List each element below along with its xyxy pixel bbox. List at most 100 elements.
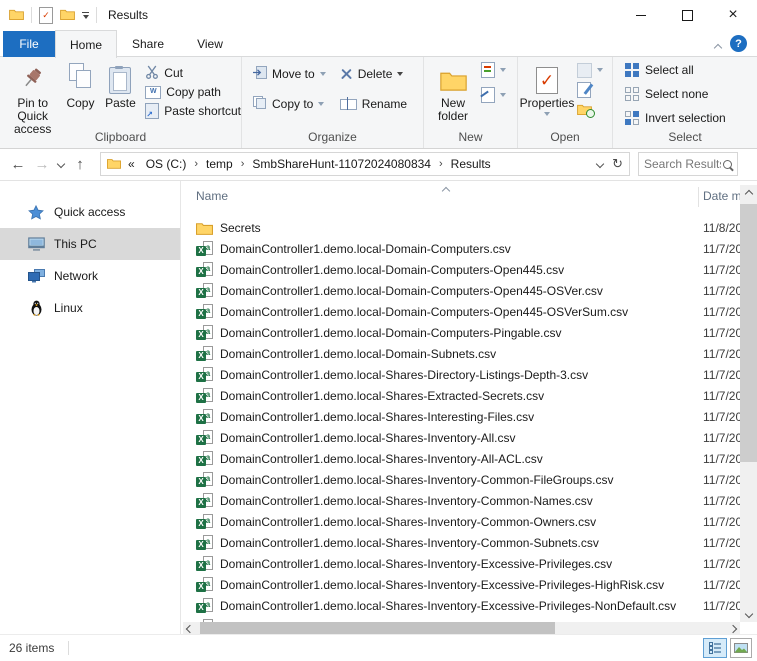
history-button[interactable]: [577, 102, 603, 118]
edit-button[interactable]: [577, 82, 603, 98]
delete-button[interactable]: Delete: [340, 66, 407, 82]
file-row[interactable]: aXDomainController1.demo.local-Shares-Di…: [181, 364, 740, 385]
help-icon: ?: [735, 38, 742, 50]
scroll-left-icon[interactable]: [186, 625, 194, 633]
new-folder-shortcut-icon[interactable]: [60, 8, 75, 23]
refresh-icon[interactable]: ↻: [612, 156, 623, 172]
ribbon-group-organize: Move to Copy to Delete Rename: [242, 57, 424, 148]
cut-button[interactable]: Cut: [145, 65, 241, 81]
breadcrumb-segment[interactable]: Results: [447, 157, 495, 171]
forward-button[interactable]: →: [30, 156, 54, 173]
file-row[interactable]: aXDomainController1.demo.local-Shares-In…: [181, 469, 740, 490]
breadcrumb-separator-icon[interactable]: ›: [240, 158, 246, 170]
column-divider[interactable]: [698, 187, 699, 207]
file-row[interactable]: aXDomainController1.demo.local-Shares-In…: [181, 574, 740, 595]
file-row[interactable]: aXDomainController1.demo.local-Shares-Ex…: [181, 385, 740, 406]
file-row[interactable]: aXDomainController1.demo.local-Domain-Co…: [181, 280, 740, 301]
scroll-right-icon[interactable]: [729, 625, 737, 633]
address-box[interactable]: « OS (C:) › temp › SmbShareHunt-11072024…: [100, 152, 630, 176]
breadcrumb-separator-icon[interactable]: ›: [193, 158, 199, 170]
easy-access-button[interactable]: [481, 87, 506, 103]
file-name: DomainController1.demo.local-Domain-Subn…: [220, 347, 496, 361]
file-row[interactable]: aXDomainController1.demo.local-Shares-In…: [181, 532, 740, 553]
sidebar-item-linux[interactable]: Linux: [0, 292, 180, 324]
file-row[interactable]: aXDomainController1.demo.local-Shares-In…: [181, 448, 740, 469]
tab-view[interactable]: View: [179, 31, 241, 56]
maximize-button[interactable]: [664, 0, 710, 30]
search-input[interactable]: [644, 157, 721, 171]
customize-toolbar-dropdown-icon[interactable]: [82, 12, 89, 19]
paste-shortcut-button[interactable]: Paste shortcut: [145, 103, 241, 119]
file-row[interactable]: aXDomainController1.demo.local-Shares-In…: [181, 427, 740, 448]
file-row[interactable]: aXDomainController1.demo.local-Domain-Co…: [181, 259, 740, 280]
csv-file-icon: aX: [196, 241, 213, 256]
address-dropdown-icon[interactable]: [596, 160, 604, 168]
select-all-button[interactable]: Select all: [625, 62, 757, 78]
details-view-button[interactable]: [703, 638, 727, 658]
properties-shortcut-icon[interactable]: ✓: [39, 7, 53, 24]
new-item-button[interactable]: [481, 62, 506, 78]
close-button[interactable]: ×: [710, 0, 756, 30]
help-button[interactable]: ?: [730, 35, 747, 52]
file-date-modified: 11/7/20: [703, 368, 740, 382]
back-button[interactable]: ←: [6, 156, 30, 173]
copy-path-button[interactable]: W Copy path: [145, 84, 241, 100]
file-row[interactable]: aXDomainController1.demo.local-Shares-In…: [181, 595, 740, 616]
search-icon[interactable]: [723, 160, 732, 169]
breadcrumb-segment[interactable]: SmbShareHunt-11072024080834: [248, 157, 435, 171]
open-file-button[interactable]: [577, 62, 603, 78]
file-row[interactable]: aXDomainController1.demo.local-Shares-In…: [181, 406, 740, 427]
file-row[interactable]: aXDomainController1.demo.local-Domain-Co…: [181, 301, 740, 322]
file-date-modified: 11/7/20: [703, 536, 740, 550]
scroll-up-icon[interactable]: [740, 185, 757, 202]
copy-to-button[interactable]: Copy to: [252, 96, 326, 112]
sidebar-item-this-pc[interactable]: This PC: [0, 228, 180, 260]
copy-to-dropdown-icon[interactable]: [318, 102, 324, 106]
new-item-icon: [481, 62, 495, 78]
breadcrumb-separator-icon[interactable]: ›: [438, 158, 444, 170]
breadcrumb-overflow[interactable]: «: [124, 157, 139, 171]
sidebar-item-quick-access[interactable]: Quick access: [0, 196, 180, 228]
file-row[interactable]: aXDomainController1.demo.local-Shares-In…: [181, 511, 740, 532]
delete-dropdown-icon[interactable]: [397, 72, 403, 76]
invert-selection-button[interactable]: Invert selection: [625, 110, 757, 126]
move-to-button[interactable]: Move to: [252, 66, 326, 82]
collapse-ribbon-icon[interactable]: [715, 40, 721, 54]
csv-file-icon: aX: [196, 409, 213, 424]
up-button[interactable]: ↑: [68, 156, 92, 173]
tab-file[interactable]: File: [3, 31, 55, 57]
recent-locations-dropdown-icon[interactable]: [54, 161, 68, 167]
copy-path-label: Copy path: [166, 85, 221, 99]
file-name: DomainController1.demo.local-Shares-Inve…: [220, 536, 599, 550]
scroll-down-icon[interactable]: [740, 605, 757, 622]
file-date-modified: 11/7/20: [703, 284, 740, 298]
ribbon-tab-bar: File Home Share View ?: [0, 30, 757, 57]
file-row[interactable]: Secrets11/8/20: [181, 217, 740, 238]
paste-shortcut-label: Paste shortcut: [164, 104, 241, 118]
search-box[interactable]: [638, 152, 738, 176]
move-to-dropdown-icon[interactable]: [320, 72, 326, 76]
file-row[interactable]: aXDomainController1.demo.local-Domain-Co…: [181, 238, 740, 259]
large-icons-view-button[interactable]: [730, 638, 752, 658]
tab-home[interactable]: Home: [55, 30, 117, 58]
file-row[interactable]: aXDomainController1.demo.local-Domain-Su…: [181, 343, 740, 364]
column-header-name[interactable]: Name: [196, 189, 228, 203]
file-row[interactable]: aXDomainController1.demo.local-Shares-In…: [181, 553, 740, 574]
file-row[interactable]: aXDomainController1.demo.local-Shares-In…: [181, 490, 740, 511]
sidebar-item-network[interactable]: Network: [0, 260, 180, 292]
vertical-scrollbar-thumb[interactable]: [740, 204, 757, 462]
large-icons-view-icon: [734, 643, 748, 653]
select-none-label: Select none: [645, 87, 708, 101]
select-none-button[interactable]: Select none: [625, 86, 757, 102]
file-name: DomainController1.demo.local-Shares-Dire…: [220, 368, 588, 382]
tab-share[interactable]: Share: [117, 31, 179, 56]
network-icon: [27, 269, 45, 283]
minimize-button[interactable]: [618, 0, 664, 30]
breadcrumb-segment[interactable]: OS (C:): [142, 157, 191, 171]
copy-label: Copy: [66, 97, 94, 110]
rename-button[interactable]: Rename: [340, 96, 407, 112]
breadcrumb-segment[interactable]: temp: [202, 157, 237, 171]
vertical-scrollbar[interactable]: [740, 185, 757, 622]
file-row[interactable]: aXDomainController1.demo.local-Domain-Co…: [181, 322, 740, 343]
file-name: DomainController1.demo.local-Shares-Inve…: [220, 515, 596, 529]
